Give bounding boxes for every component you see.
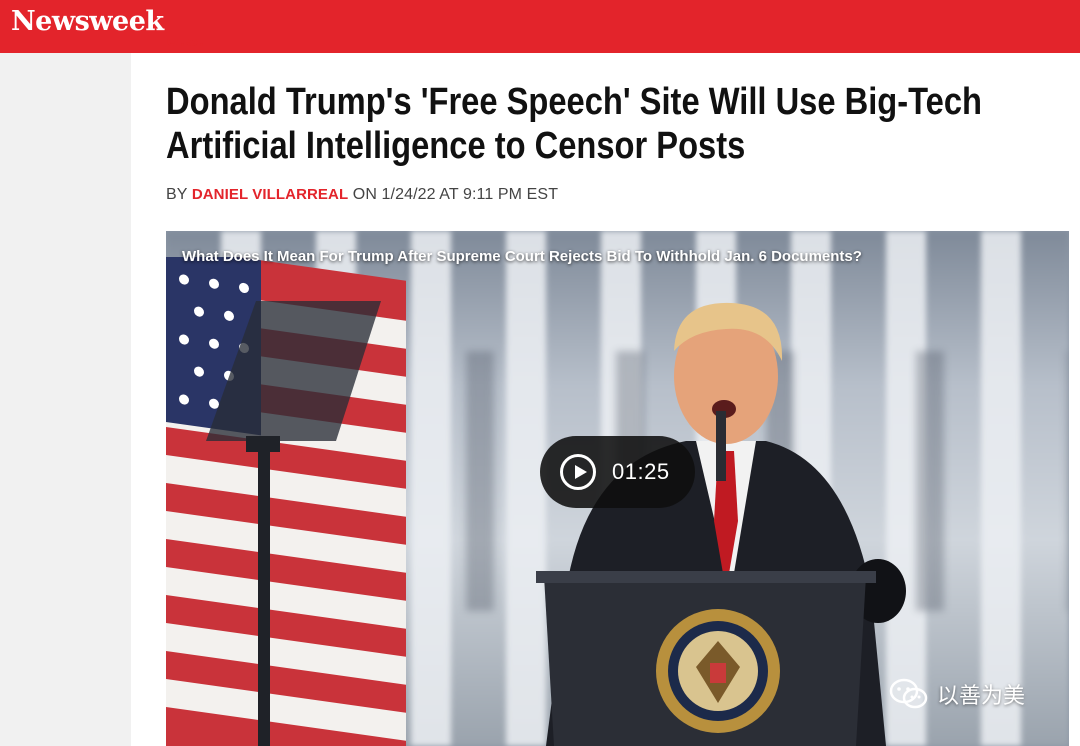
- article-byline: BY DANIEL VILLARREAL ON 1/24/22 AT 9:11 …: [166, 186, 558, 204]
- headline-line-1: Donald Trump's 'Free Speech' Site Will U…: [166, 81, 982, 123]
- video-duration: 01:25: [612, 459, 670, 484]
- video-title[interactable]: What Does It Mean For Trump After Suprem…: [182, 248, 862, 265]
- watermark: 以善为美: [889, 678, 1025, 710]
- site-header: Newsweek: [0, 0, 1080, 53]
- wechat-icon: [889, 678, 928, 709]
- newsweek-logo[interactable]: Newsweek: [11, 6, 164, 37]
- author-link[interactable]: DANIEL VILLARREAL: [192, 186, 348, 203]
- byline-on: ON: [352, 186, 377, 203]
- play-icon[interactable]: [560, 454, 596, 490]
- presidential-seal-image: [656, 609, 780, 733]
- publish-date: 1/24/22 AT 9:11 PM EST: [381, 186, 559, 203]
- watermark-text: 以善为美: [937, 684, 1026, 709]
- play-button[interactable]: 01:25: [540, 436, 695, 508]
- left-rail: [0, 53, 131, 746]
- section-label[interactable]: U.S.: [166, 39, 205, 53]
- headline-line-2: Artificial Intelligence to Censor Posts: [166, 125, 746, 167]
- article-headline: Donald Trump's 'Free Speech' Site Will U…: [166, 80, 982, 168]
- byline-prefix: BY: [166, 186, 188, 203]
- video-player[interactable]: What Does It Mean For Trump After Suprem…: [166, 231, 1069, 746]
